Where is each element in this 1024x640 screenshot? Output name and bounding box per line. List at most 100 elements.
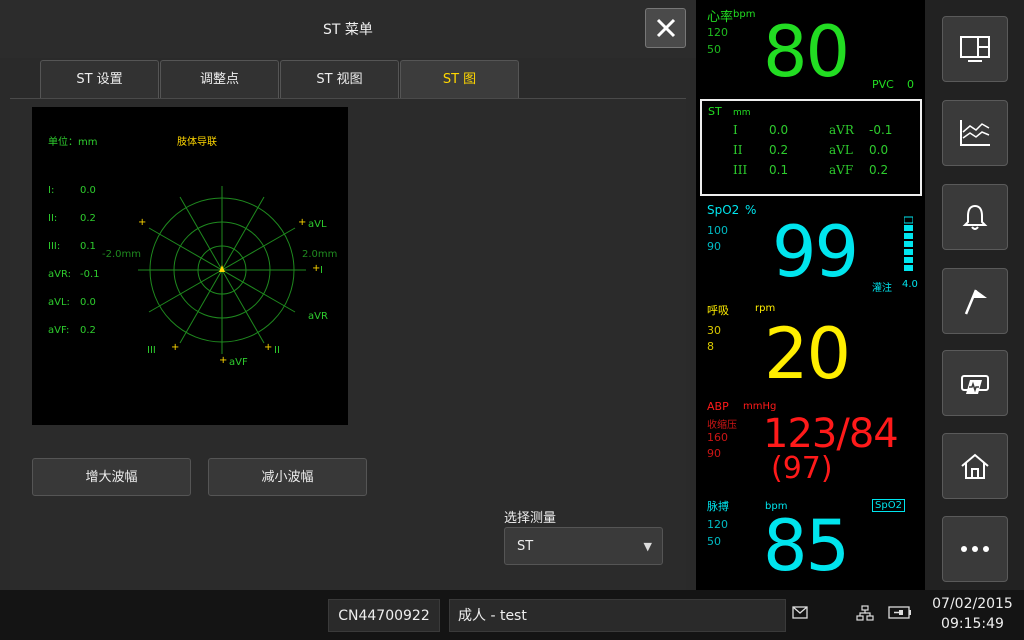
pulse-high-limit: 120 [707,518,728,531]
st-lead: III [733,163,748,177]
resp-parameter[interactable]: 呼吸 rpm 30 8 20 [697,298,925,396]
measure-select[interactable]: ST ▼ [504,527,663,565]
st-lead: aVL [829,143,853,157]
perfusion-bar-segment [904,249,913,255]
tab-st-graph[interactable]: ST 图 [400,60,519,98]
scale-left-label: -2.0mm [102,249,141,260]
abp-label: ABP [707,400,729,413]
st-value: 0.2 [869,163,889,177]
flag-button[interactable] [942,268,1008,334]
lead-value: -0.1 [80,269,100,280]
battery-power-icon [888,606,911,619]
st-graph: + + + + + + 单位：mm 肢体导联 I: 0.0 II: 0.2 II… [32,107,348,425]
home-icon [961,453,989,479]
lead-value: 0.0 [80,297,96,308]
status-bar: CN44700922 成人 - test 07/02/2015 09:15:49 [0,590,1024,640]
st-polar-plot: + + + + + + [138,186,320,366]
spo2-parameter[interactable]: SpO2 % 100 90 99 灌注 4.0 [697,198,925,296]
tab-st-view[interactable]: ST 视图 [280,60,399,98]
resp-low-limit: 8 [707,340,714,353]
perfusion-bar-segment [903,216,914,224]
unit-label: 单位：mm [48,137,98,148]
ecg-print-button[interactable] [942,350,1008,416]
abp-mean-value: (97) [771,451,833,486]
abp-value: 123/84 [763,411,899,457]
increase-amplitude-button[interactable]: 增大波幅 [32,458,191,496]
alarm-button[interactable] [942,184,1008,250]
st-lead: aVR [829,123,854,137]
home-button[interactable] [942,433,1008,499]
st-value: 0.1 [769,163,789,177]
hr-high-limit: 120 [707,26,728,39]
lead-value: 0.2 [80,213,96,224]
st-menu-dialog: ST 菜单 ST 设置 调整点 ST 视图 ST 图 + + + + + + 单… [0,0,696,590]
more-button[interactable] [942,516,1008,582]
perfusion-value: 4.0 [902,279,918,290]
message-icon[interactable] [792,606,808,619]
hr-value: 80 [763,11,850,93]
st-value: 0.0 [869,143,889,157]
flag-icon [964,289,987,315]
date: 07/02/2015 [932,596,1013,612]
layout-button[interactable] [942,16,1008,82]
hr-label: 心率 [707,10,734,25]
hr-low-limit: 50 [707,43,721,56]
st-unit: mm [733,108,751,118]
svg-text:+: + [138,217,146,228]
tab-adjust-points[interactable]: 调整点 [160,60,279,98]
decrease-amplitude-button[interactable]: 减小波幅 [208,458,367,496]
hr-unit: bpm [733,9,756,20]
pulse-value: 85 [763,505,850,587]
lead-label: II: [48,213,58,224]
st-value: 0.0 [769,123,789,137]
st-lead: I [733,123,738,137]
svg-text:+: + [171,342,179,353]
st-parameter[interactable]: ST mm I 0.0 aVR -0.1 II 0.2 aVL 0.0 III … [700,99,922,196]
alarm-bell-icon [962,204,988,230]
measure-select-value: ST [517,539,534,554]
st-lead: II [733,143,743,157]
hr-parameter[interactable]: 心率 bpm 120 50 80 PVC 0 [697,0,925,96]
lead-value: 0.0 [80,185,96,196]
perfusion-bar-segment [904,233,913,239]
lead-label: aVL: [48,297,70,308]
perfusion-bar-segment [904,225,913,231]
perfusion-bar-segment [904,265,913,271]
axis-label-avr: aVR [308,311,328,322]
abp-low-limit: 90 [707,447,721,460]
lead-type-label: 肢体导联 [177,137,217,148]
svg-text:+: + [264,342,272,353]
axis-label-avf: aVF [229,357,248,368]
spo2-label: SpO2 [707,203,740,217]
perfusion-bar-segment [904,241,913,247]
pulse-parameter[interactable]: 脉搏 bpm SpO2 120 50 85 [697,496,925,590]
pvc-value: 0 [907,78,914,91]
abp-sub-label: 收缩压 [707,420,737,431]
resp-label: 呼吸 [707,304,729,317]
measure-select-label: 选择测量 [504,511,557,526]
spo2-unit: % [745,203,757,217]
dialog-title: ST 菜单 [323,22,373,38]
lead-value: 0.1 [80,241,96,252]
svg-text:+: + [298,217,306,228]
resp-high-limit: 30 [707,324,721,337]
st-lead: aVF [829,163,854,177]
trend-button[interactable] [942,100,1008,166]
perfusion-bar [903,215,914,271]
right-toolbar [925,0,1024,590]
time: 09:15:49 [941,616,1004,632]
dialog-header: ST 菜单 [0,0,696,58]
svg-text:+: + [219,355,227,366]
lead-label: III: [48,241,61,252]
spo2-value: 99 [772,211,859,293]
abp-parameter[interactable]: ABP mmHg 收缩压 160 90 123/84 (97) [697,398,925,494]
patient-info[interactable]: 成人 - test [449,599,786,632]
device-id: CN44700922 [328,599,440,632]
spo2-high-limit: 100 [707,224,728,237]
tab-st-settings[interactable]: ST 设置 [40,60,159,98]
close-button[interactable] [645,8,686,48]
axis-label-avl: aVL [308,219,327,230]
ecg-print-icon [961,375,989,394]
st-value: 0.2 [769,143,789,157]
dropdown-arrow-icon: ▼ [643,540,652,553]
